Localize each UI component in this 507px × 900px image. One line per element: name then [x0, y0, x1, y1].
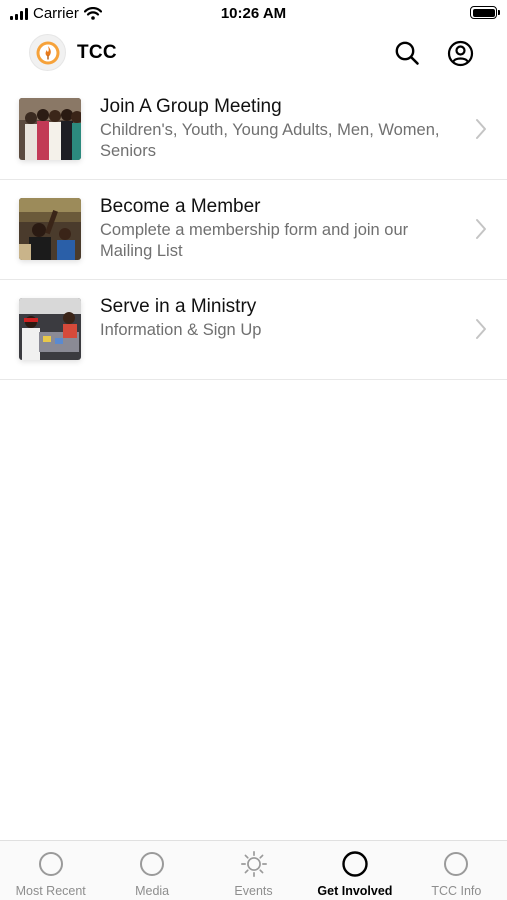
circle-icon — [341, 850, 369, 878]
search-button[interactable] — [392, 38, 422, 68]
circle-icon — [442, 850, 470, 878]
chevron-right-icon — [476, 219, 486, 239]
tab-get-involved[interactable]: Get Involved — [304, 841, 405, 900]
tab-bar: Most Recent Media Events Get Involved TC… — [0, 840, 507, 900]
tab-label: Events — [234, 884, 273, 898]
group-meeting-photo — [19, 98, 81, 160]
list-item-title: Become a Member — [100, 196, 261, 217]
tab-most-recent[interactable]: Most Recent — [0, 841, 101, 900]
circle-icon — [37, 850, 65, 878]
user-circle-icon — [447, 40, 473, 66]
tab-label: Most Recent — [15, 884, 86, 898]
tab-media[interactable]: Media — [101, 841, 202, 900]
list-item-subtitle: Children's, Youth, Young Adults, Men, Wo… — [100, 121, 440, 160]
list-item-subtitle: Complete a membership form and join our … — [100, 221, 409, 260]
tab-label: Media — [135, 884, 170, 898]
logo-icon — [36, 41, 59, 64]
serve-ministry-photo — [19, 298, 81, 360]
sun-icon — [240, 850, 268, 878]
get-involved-list: Join A Group Meeting Children's, Youth, … — [0, 80, 507, 380]
chevron-right-icon — [476, 319, 486, 339]
list-item[interactable]: Become a Member Complete a membership fo… — [0, 180, 507, 280]
status-time: 10:26 AM — [220, 5, 287, 22]
tab-events[interactable]: Events — [203, 841, 304, 900]
app-header: TCC — [0, 30, 507, 78]
battery-icon — [470, 6, 500, 19]
page-title: TCC — [77, 42, 117, 63]
list-item-title: Join A Group Meeting — [100, 96, 282, 117]
become-member-photo — [19, 198, 81, 260]
search-icon — [395, 41, 419, 65]
tab-label: TCC Info — [431, 884, 482, 898]
circle-icon — [138, 850, 166, 878]
list-item-subtitle: Information & Sign Up — [100, 321, 262, 339]
church-flame-logo[interactable] — [29, 34, 66, 71]
tab-label: Get Involved — [317, 884, 393, 898]
chevron-right-icon — [476, 119, 486, 139]
profile-button[interactable] — [445, 38, 475, 68]
status-bar: Carrier 10:26 AM — [0, 0, 507, 30]
tab-tcc-info[interactable]: TCC Info — [406, 841, 507, 900]
list-item[interactable]: Join A Group Meeting Children's, Youth, … — [0, 80, 507, 180]
list-item-title: Serve in a Ministry — [100, 296, 257, 317]
list-item[interactable]: Serve in a Ministry Information & Sign U… — [0, 280, 507, 380]
